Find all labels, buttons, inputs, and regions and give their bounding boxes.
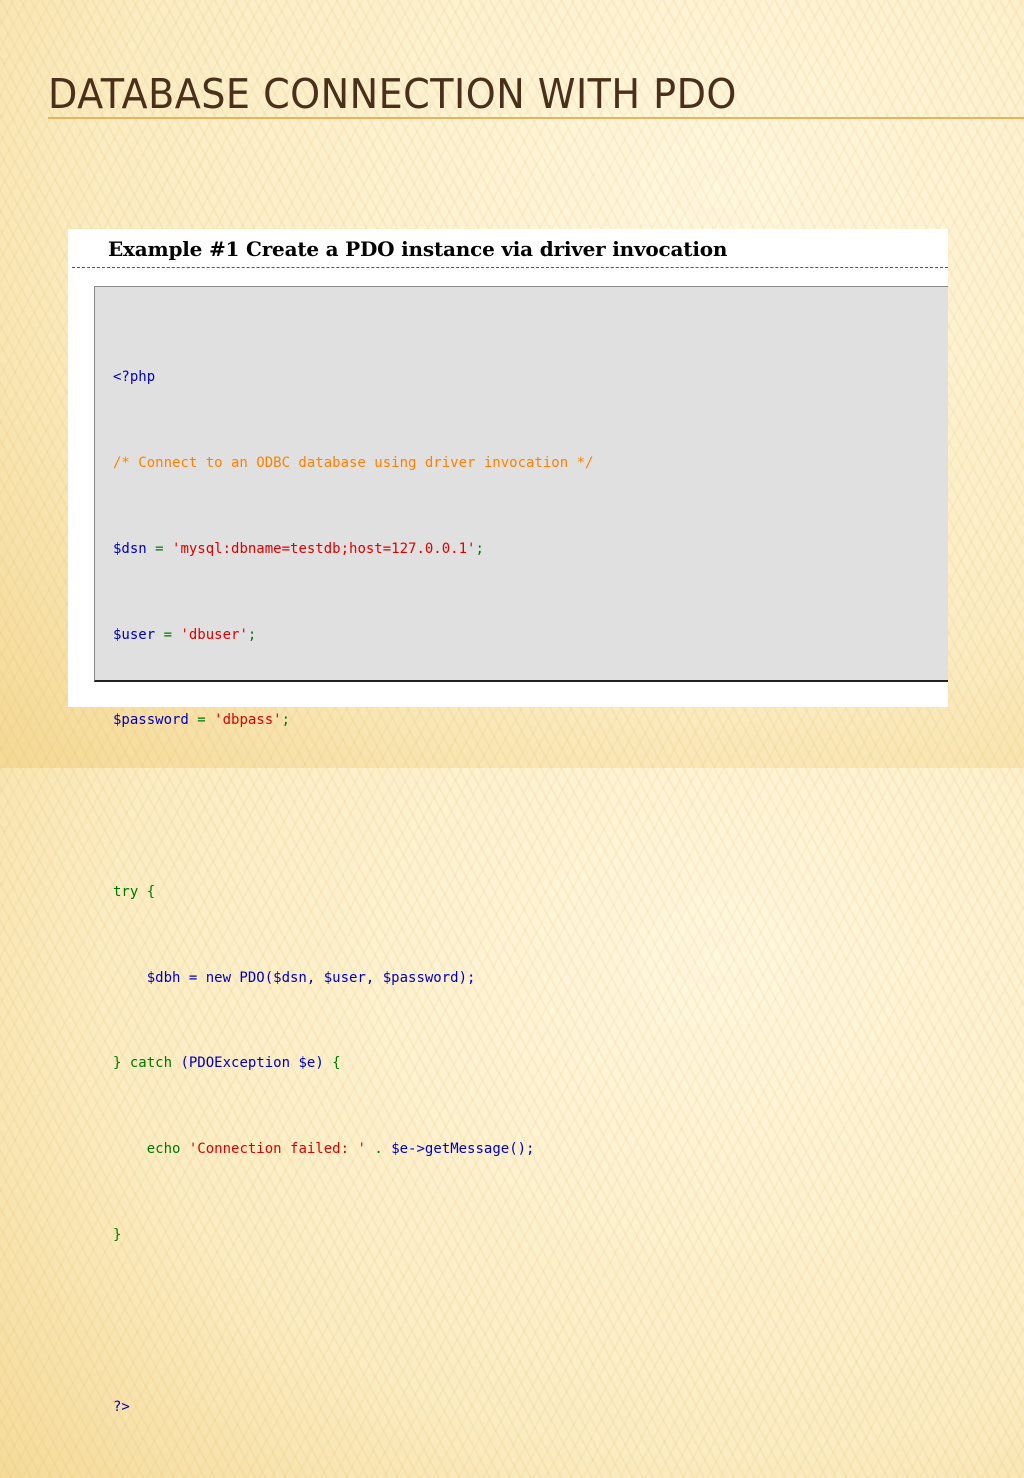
code-line-1: <?php	[113, 363, 593, 392]
code-line-blank-2	[113, 1307, 593, 1336]
code-line-7: try {	[113, 883, 156, 900]
code-line-9: } catch (PDOException $e) {	[113, 1055, 341, 1072]
php-code: <?php /* Connect to an ODBC database usi…	[113, 306, 593, 1478]
code-block: <?php /* Connect to an ODBC database usi…	[94, 286, 948, 1415]
password-variable: $password	[113, 712, 189, 729]
code-line-2: /* Connect to an ODBC database using dri…	[113, 449, 593, 478]
dbh-statement: $dbh = new PDO($dsn, $user, $password);	[146, 969, 476, 986]
code-line-11: }	[113, 1227, 122, 1243]
code-line-blank-1	[113, 792, 593, 821]
echo-keyword: echo	[146, 1141, 181, 1158]
example-panel: Example #1 Create a PDO instance via dri…	[68, 229, 948, 1415]
catch-keyword: catch	[129, 1055, 173, 1072]
dsn-string: 'mysql:dbname=testdb;host=127.0.0.1'	[172, 540, 476, 557]
password-string: 'dbpass'	[214, 712, 282, 729]
try-keyword: try	[113, 883, 139, 900]
code-line-3: $dsn = 'mysql:dbname=testdb;host=127.0.0…	[113, 540, 484, 557]
php-open-tag: <?php	[113, 369, 156, 386]
code-line-13: ?>	[113, 1393, 593, 1422]
code-line-4: $user = 'dbuser';	[113, 626, 257, 643]
code-comment: /* Connect to an ODBC database using dri…	[113, 454, 594, 471]
code-line-10: echo 'Connection failed: ' . $e->getMess…	[146, 1141, 535, 1158]
echo-expression: $e->getMessage();	[391, 1141, 535, 1158]
catch-arguments: (PDOException $e)	[180, 1055, 324, 1072]
user-string: 'dbuser'	[180, 626, 248, 643]
echo-string: 'Connection failed: '	[188, 1141, 366, 1158]
code-line-5: $password = 'dbpass';	[113, 712, 291, 729]
code-line-8: $dbh = new PDO($dsn, $user, $password);	[113, 964, 593, 993]
title-underline	[48, 117, 1024, 119]
php-close-tag: ?>	[113, 1398, 130, 1415]
heading-divider	[72, 267, 948, 268]
example-heading: Example #1 Create a PDO instance via dri…	[108, 237, 728, 261]
user-variable: $user	[113, 626, 156, 643]
dsn-variable: $dsn	[113, 540, 147, 557]
slide-title: Database connection with PDO	[48, 70, 737, 118]
